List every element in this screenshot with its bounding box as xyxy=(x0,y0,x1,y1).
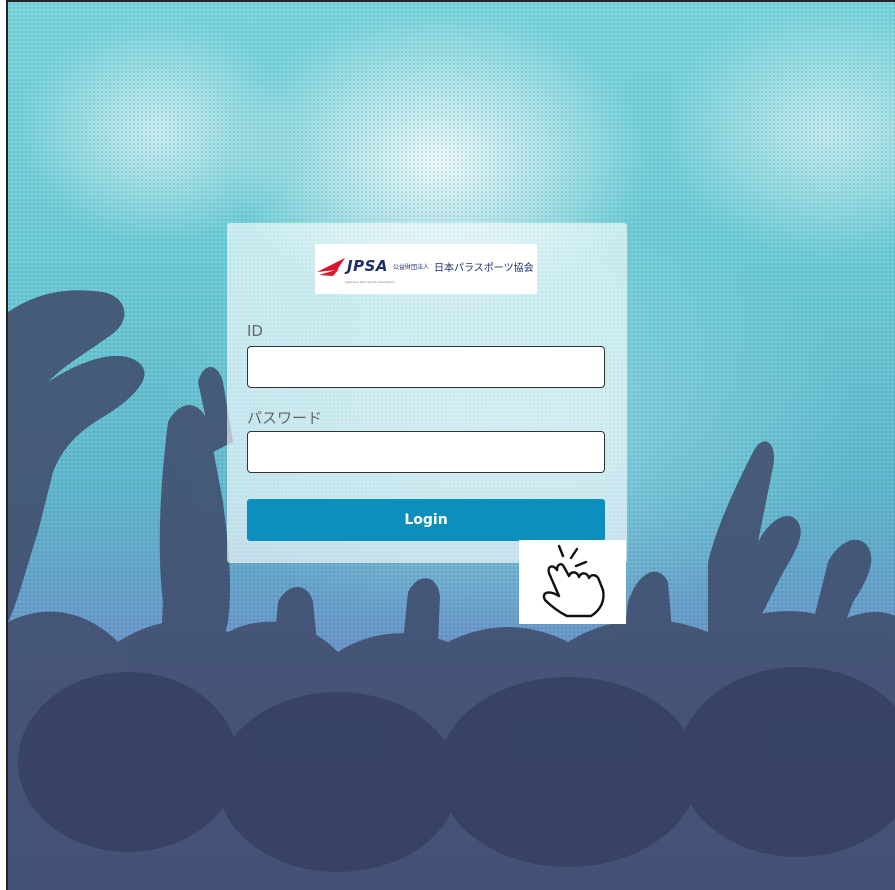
cursor-overlay xyxy=(519,540,626,624)
jpsa-wing-logo-icon xyxy=(317,258,345,276)
logo-org-sub-text: Japanese Para Sports Association xyxy=(345,280,395,284)
login-button[interactable]: Login xyxy=(247,499,605,541)
page-frame: JPSA 公益財団法人 日本パラスポーツ協会 Japanese Para Spo… xyxy=(6,0,895,890)
logo-org-name-text: 日本パラスポーツ協会 xyxy=(434,263,534,274)
jpsa-logo: JPSA 公益財団法人 日本パラスポーツ協会 Japanese Para Spo… xyxy=(315,244,537,294)
login-panel: JPSA 公益財団法人 日本パラスポーツ協会 Japanese Para Spo… xyxy=(227,223,627,563)
id-label: ID xyxy=(247,322,263,340)
pointing-hand-click-icon xyxy=(542,544,605,618)
id-input[interactable] xyxy=(247,346,605,388)
password-input[interactable] xyxy=(247,431,605,473)
password-label: パスワード xyxy=(247,409,323,427)
logo-brand-text: JPSA xyxy=(347,257,388,275)
logo-org-small-text: 公益財団法人 xyxy=(393,264,430,271)
